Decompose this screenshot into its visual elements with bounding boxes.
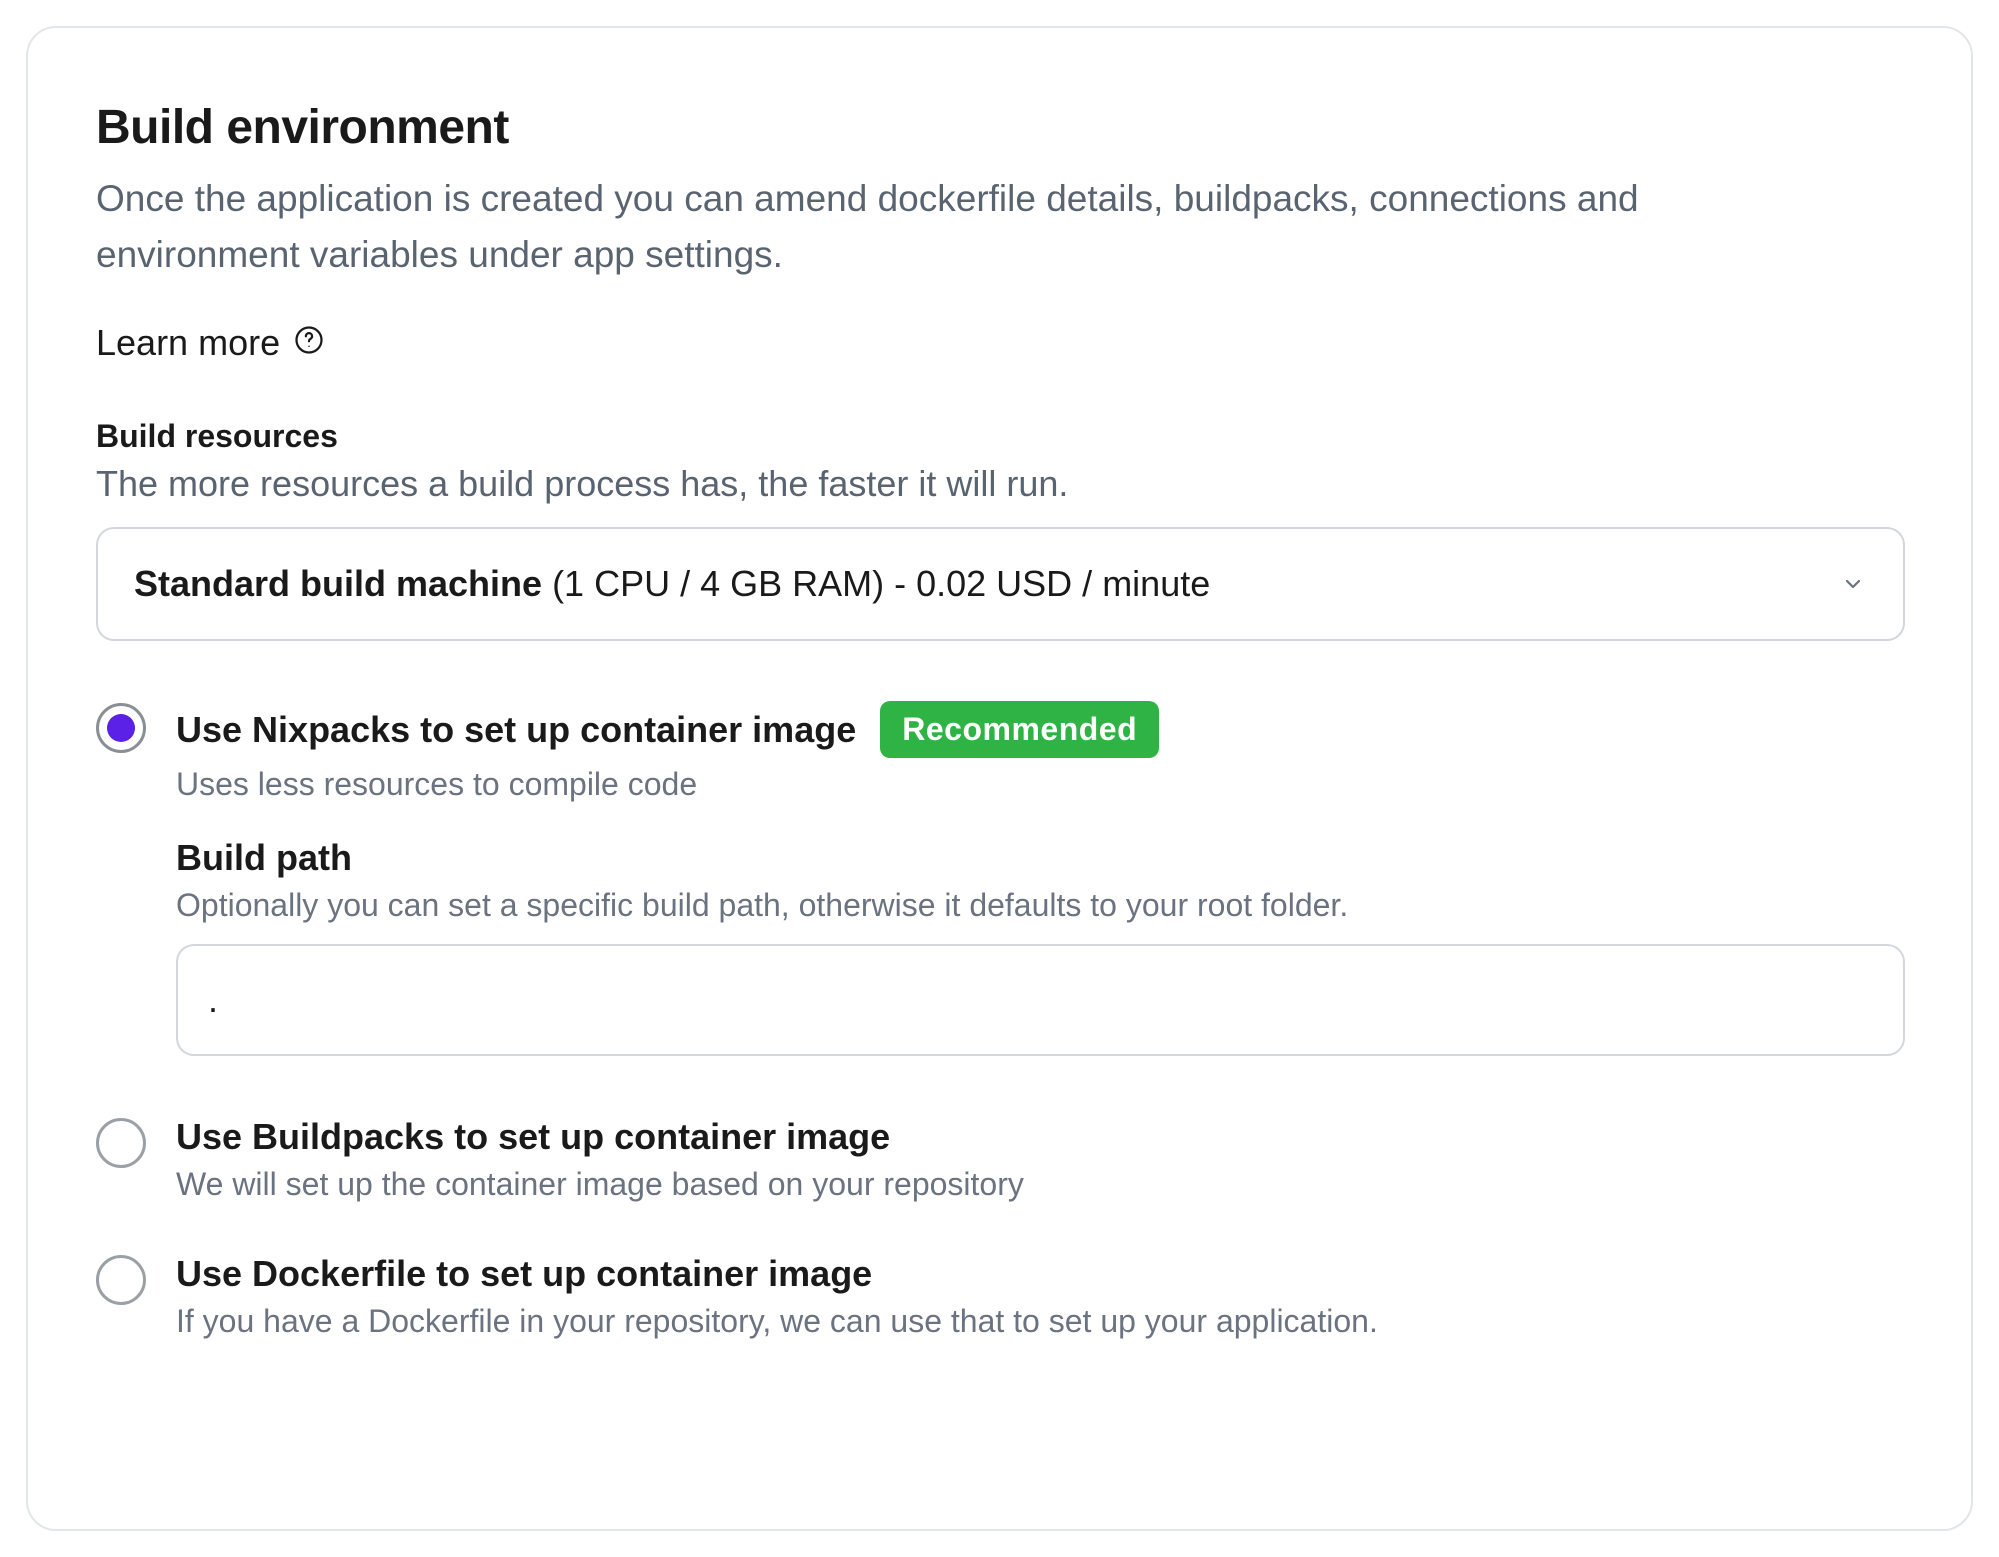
option-desc-nixpacks: Uses less resources to compile code [176,766,1905,803]
build-path-desc: Optionally you can set a specific build … [176,887,1905,924]
radio-selected-dot [107,714,135,742]
radio-nixpacks[interactable] [96,703,146,753]
help-icon [294,322,324,364]
page-title: Build environment [96,100,1905,155]
option-title-buildpacks: Use Buildpacks to set up container image [176,1116,890,1158]
learn-more-link[interactable]: Learn more [96,322,324,364]
build-environment-card: Build environment Once the application i… [26,26,1973,1531]
build-method-options: Use Nixpacks to set up container image R… [96,701,1905,1354]
option-title-dockerfile: Use Dockerfile to set up container image [176,1253,872,1295]
build-resources-label: Build resources [96,418,1905,455]
option-desc-buildpacks: We will set up the container image based… [176,1166,1905,1203]
build-resources-select[interactable]: Standard build machine (1 CPU / 4 GB RAM… [96,527,1905,641]
option-desc-dockerfile: If you have a Dockerfile in your reposit… [176,1303,1905,1340]
build-path-label: Build path [176,837,1905,879]
learn-more-label: Learn more [96,322,280,364]
recommended-badge: Recommended [880,701,1159,758]
build-resources-selected: Standard build machine (1 CPU / 4 GB RAM… [134,563,1210,605]
chevron-down-icon [1839,570,1867,598]
radio-buildpacks[interactable] [96,1118,146,1168]
build-path-input[interactable] [176,944,1905,1056]
build-resources-desc: The more resources a build process has, … [96,463,1905,505]
option-title-nixpacks: Use Nixpacks to set up container image [176,709,856,751]
radio-dockerfile[interactable] [96,1255,146,1305]
page-subtitle: Once the application is created you can … [96,171,1836,282]
